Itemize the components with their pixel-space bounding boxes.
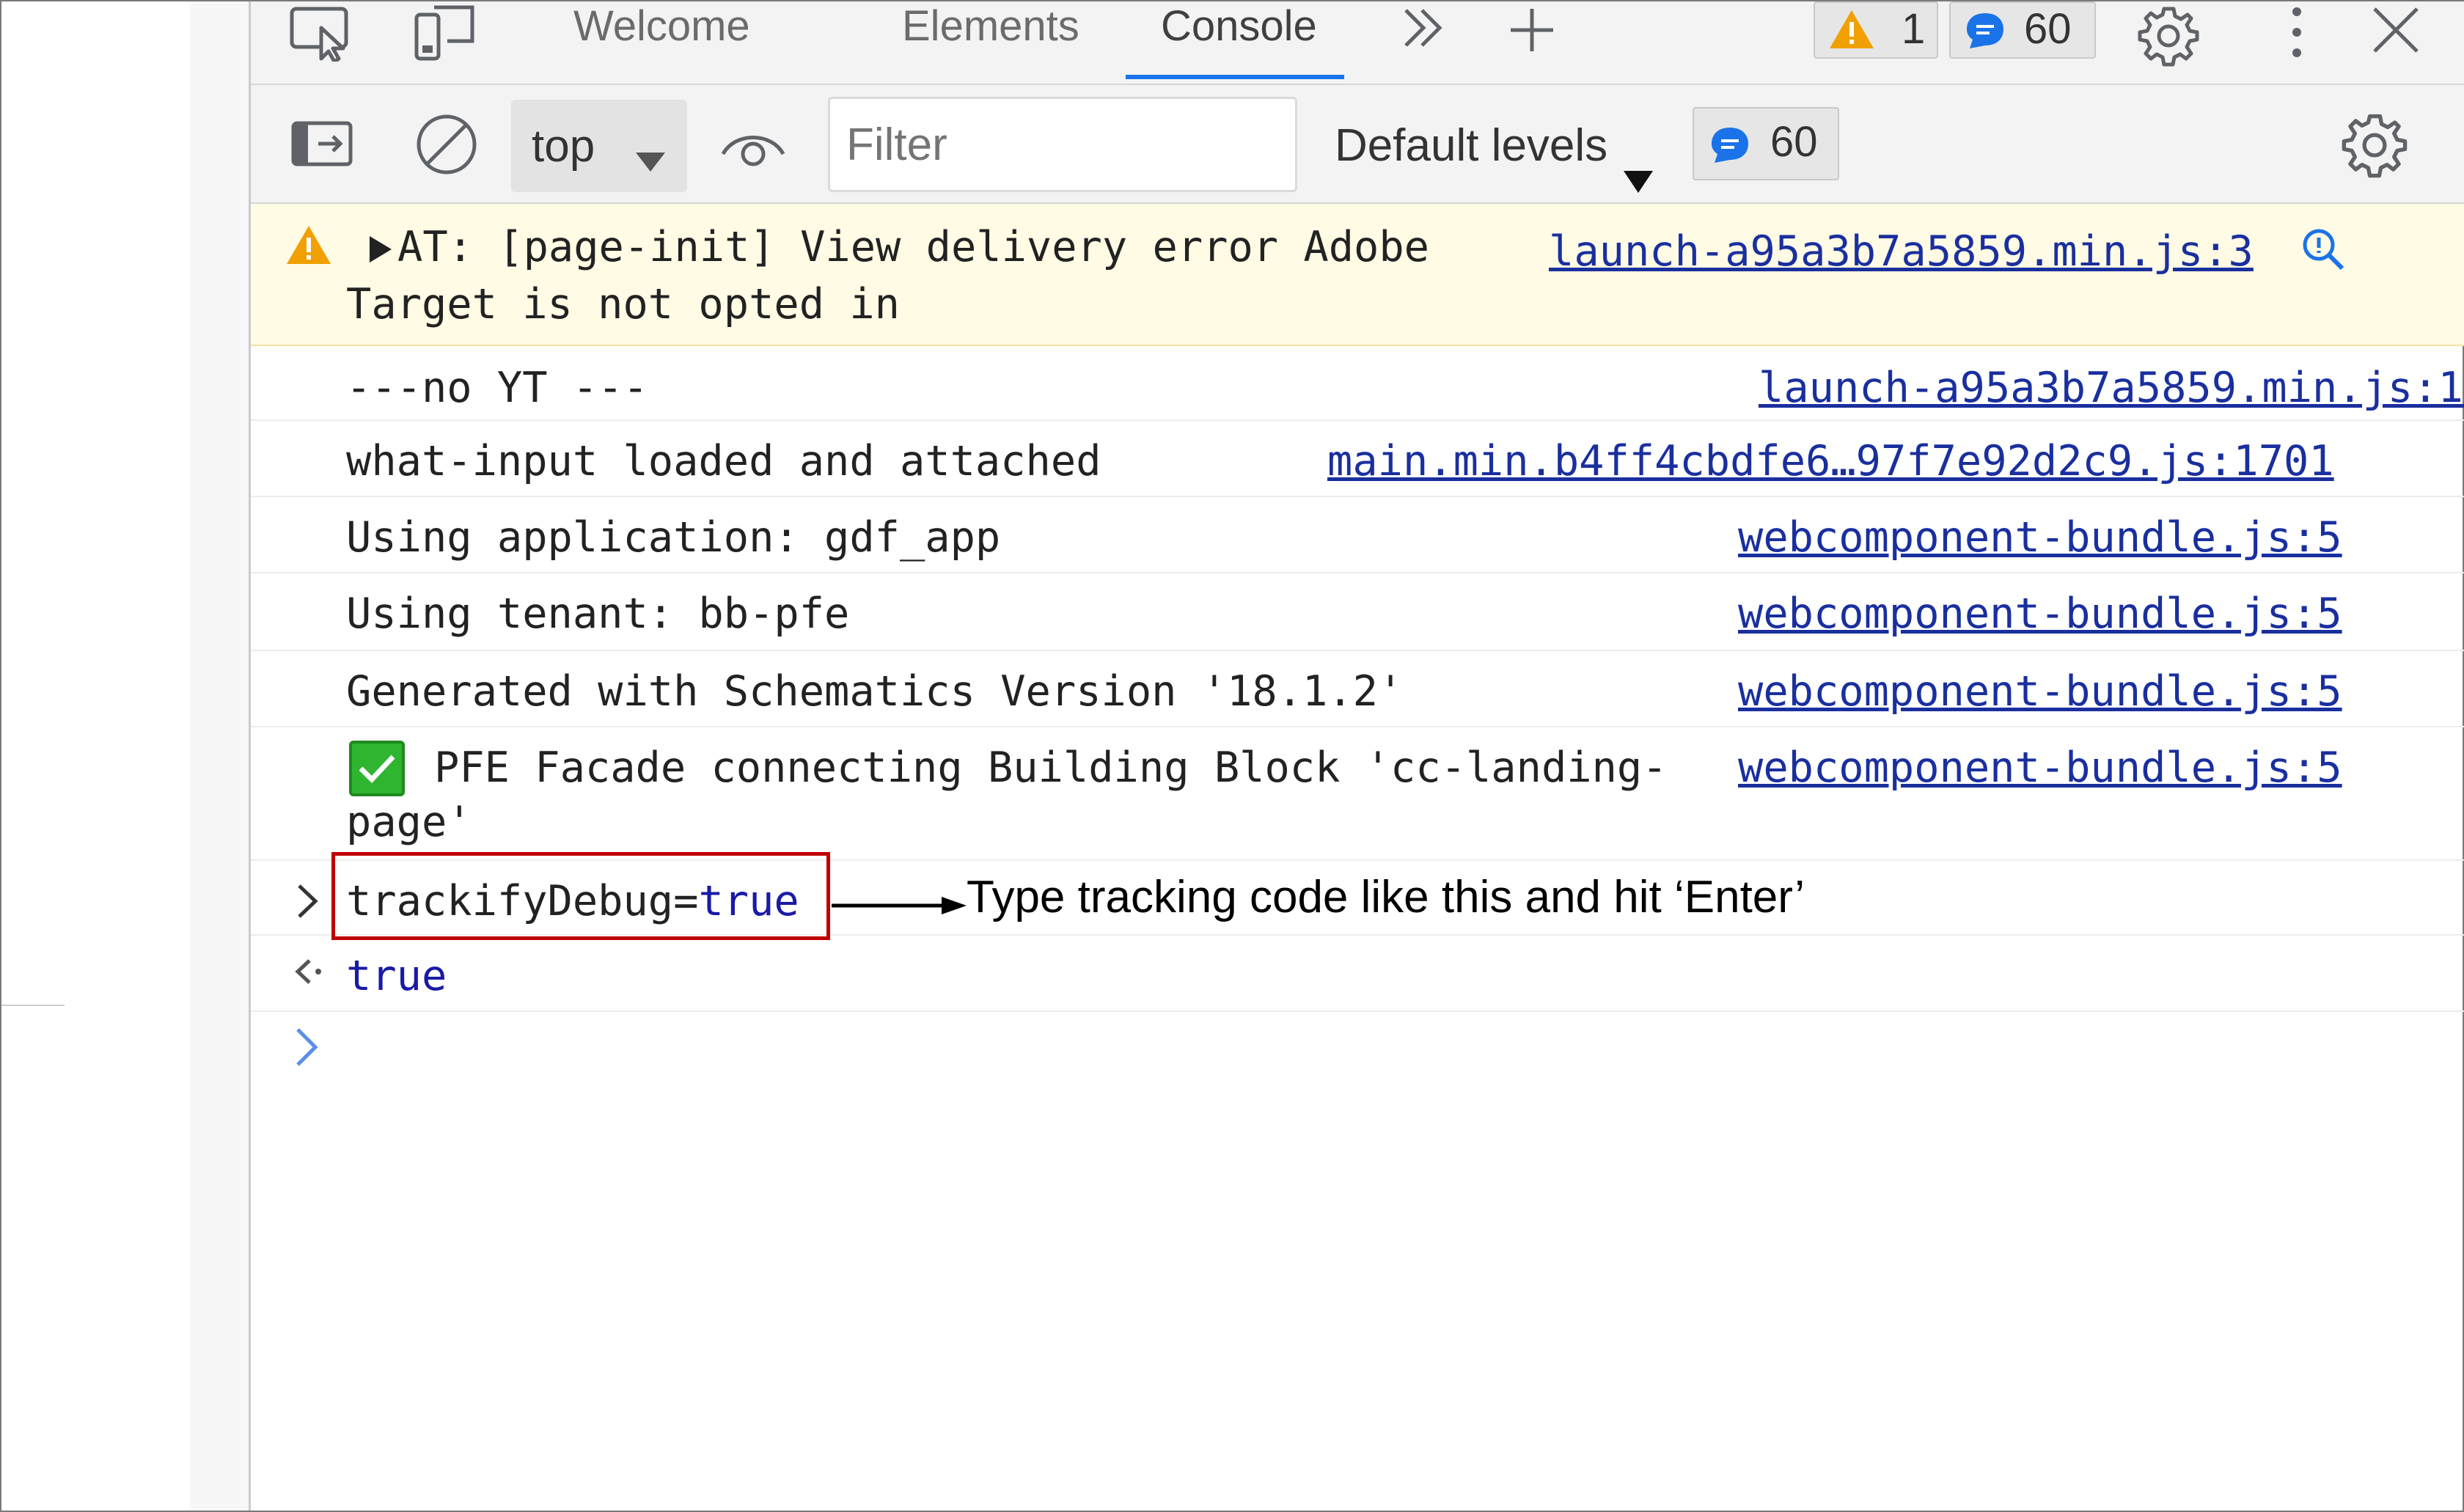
live-expression-eye-icon[interactable] [720,125,786,172]
console-log-row[interactable]: Using application: gdf_app webcomponent-… [251,497,2464,573]
warnings-count: 1 [1902,5,1926,53]
log-source-link[interactable]: launch-a95a3b7a5859.min.js:12 [1759,364,2464,412]
console-log-row[interactable]: PFE Facade connecting Building Block 'cc… [251,727,2464,861]
messages-count: 60 [2024,5,2072,53]
page-divider [1,1005,65,1006]
log-source-link[interactable]: main.min.b4ff4cbdfe6…97f7e92d2c9.js:1701 [1327,437,2334,485]
console-input-row[interactable]: trackifyDebug=true Type tracking code li… [251,852,2464,940]
message-bubble-icon [1964,10,2006,62]
log-message-text: Using application: gdf_app [346,513,1001,562]
log-source-link[interactable]: webcomponent-bundle.js:5 [1738,744,2342,792]
more-options-icon[interactable] [2286,4,2308,63]
warning-message-text-cont: Target is not opted in [346,280,900,329]
close-icon[interactable] [2370,4,2421,59]
search-icon[interactable] [2300,226,2345,274]
show-sidebar-icon[interactable] [290,120,353,170]
log-source-link[interactable]: webcomponent-bundle.js:5 [1738,590,2342,638]
warning-icon [1828,7,1875,62]
highlight-box [331,852,830,940]
log-message-text: Generated with Schematics Version '18.1.… [346,667,1404,716]
page-content-area [1,1,190,1511]
console-log-row[interactable]: what-input loaded and attached main.min.… [251,421,2464,497]
log-message-text: ---no YT --- [346,364,648,412]
toolbar-message-bubble-icon [1709,125,1751,176]
page-scroll-strip [190,1,249,1511]
filter-input[interactable] [828,97,1297,192]
devtools-tab-bar: Welcome Elements Console 1 60 [251,1,2464,85]
log-message-text: Using tenant: bb-pfe [346,590,850,638]
inspect-element-icon[interactable] [289,6,353,65]
log-message-text-cont: page' [346,798,472,846]
warning-message-text: AT: [page-init] View delivery error Adob… [397,223,1429,271]
devtools-panel: Welcome Elements Console 1 60 top Filter… [249,1,2464,1511]
console-warning-row[interactable]: AT: [page-init] View delivery error Adob… [251,204,2464,346]
console-log-row[interactable]: Generated with Schematics Version '18.1.… [251,651,2464,727]
warning-triangle-icon [285,223,333,270]
prompt-chevron-icon [292,1028,321,1072]
result-arrow-icon [292,953,324,993]
settings-gear-icon[interactable] [2135,3,2201,72]
log-levels-dropdown[interactable]: Default levels [1335,100,1653,193]
input-prompt-chevron-icon [295,883,321,922]
warning-source-link[interactable]: launch-a95a3b7a5859.min.js:3 [1549,227,2254,276]
console-log-row[interactable]: ---no YT --- launch-a95a3b7a5859.min.js:… [251,346,2464,421]
annotation-text: Type tracking code like this and hit ‘En… [967,872,1805,922]
chevron-down-icon [634,132,667,184]
check-mark-icon [349,741,405,799]
tab-elements[interactable]: Elements [902,1,1079,78]
tab-console[interactable]: Console [1161,1,1317,78]
console-result-row: true [251,936,2464,1012]
context-selector[interactable]: top [511,100,687,192]
result-value: true [346,952,447,1000]
messages-badge[interactable]: 60 [1949,1,2096,59]
device-toolbar-icon[interactable] [412,4,478,66]
context-selector-value: top [532,121,595,172]
active-tab-indicator [1126,75,1344,79]
more-tabs-icon[interactable] [1398,6,1450,53]
log-source-link[interactable]: webcomponent-bundle.js:5 [1738,667,2342,716]
log-levels-label: Default levels [1335,120,1608,171]
expand-triangle-icon[interactable] [368,235,393,267]
log-source-link[interactable]: webcomponent-bundle.js:5 [1738,513,2342,562]
console-settings-gear-icon[interactable] [2339,110,2410,183]
log-message-text: PFE Facade connecting Building Block 'cc… [434,744,1668,792]
console-prompt-row[interactable] [292,1025,321,1072]
toolbar-messages-badge[interactable]: 60 [1693,107,1839,180]
console-toolbar: top Default levels 60 [251,85,2464,204]
warnings-badge[interactable]: 1 [1814,1,1938,59]
log-message-text: what-input loaded and attached [346,437,1101,485]
tab-welcome[interactable]: Welcome [573,1,750,78]
console-log-row[interactable]: Using tenant: bb-pfe webcomponent-bundle… [251,573,2464,651]
add-tab-icon[interactable] [1506,4,1558,59]
toolbar-message-count: 60 [1770,118,1818,166]
clear-console-icon[interactable] [414,111,480,180]
annotation-arrow [832,897,967,914]
